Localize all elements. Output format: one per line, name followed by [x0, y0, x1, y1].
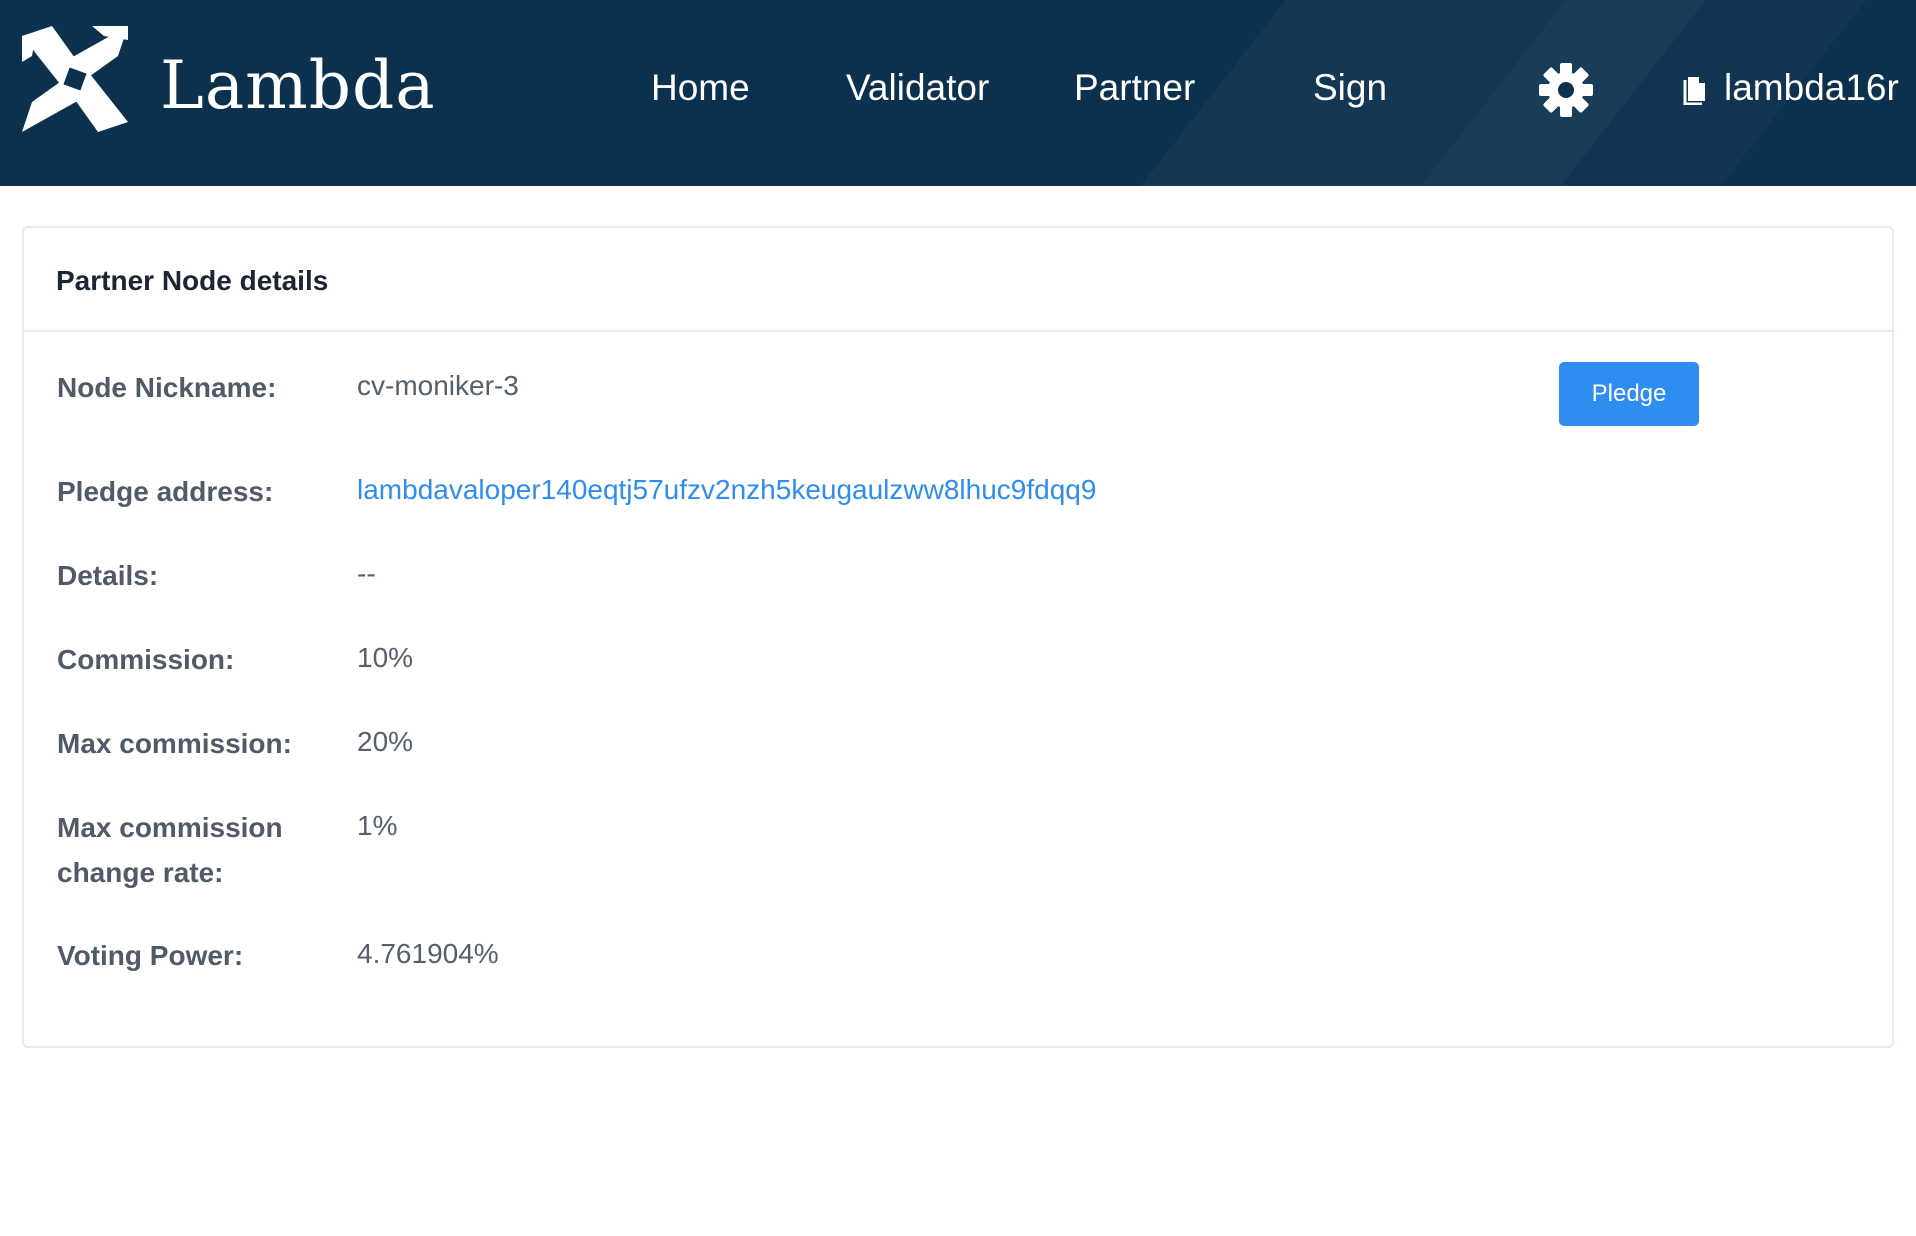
account-address-button[interactable]: lambda16r	[1680, 60, 1916, 116]
node-nickname-value: cv-moniker-3	[357, 370, 519, 401]
max-commission-label: Max commission:	[57, 728, 292, 759]
max-commission-value: 20%	[357, 726, 414, 757]
pledge-button[interactable]: Pledge	[1559, 362, 1699, 426]
commission-value: 10%	[357, 642, 414, 673]
partner-node-details-card: Partner Node details Pledge Node Nicknam…	[22, 226, 1894, 1048]
commission-label: Commission:	[57, 644, 235, 675]
pledge-address-label: Pledge address:	[57, 476, 274, 507]
voting-power-label: Voting Power:	[57, 940, 244, 971]
card-header: Partner Node details	[24, 228, 1892, 332]
pledge-address-link[interactable]: lambdavaloper140eqtj57ufzv2nzh5keugaulzw…	[357, 472, 1096, 508]
card-title: Partner Node details	[56, 265, 329, 296]
details-value: --	[357, 558, 376, 589]
nav-partner[interactable]: Partner	[1074, 60, 1195, 116]
nav-validator[interactable]: Validator	[846, 60, 989, 116]
nav-sign[interactable]: Sign	[1313, 60, 1387, 116]
top-navigation-bar: Lambda Home Validator Partner Sign lambd…	[0, 0, 1916, 186]
account-address: lambda16r	[1724, 67, 1899, 108]
lambda-logo-icon[interactable]	[22, 26, 128, 132]
brand-name[interactable]: Lambda	[160, 42, 436, 130]
gear-icon[interactable]	[1539, 63, 1593, 117]
voting-power-value: 4.761904%	[357, 938, 499, 969]
max-commission-change-rate-label: Max commission change rate:	[57, 812, 283, 888]
max-commission-change-rate-value: 1%	[357, 810, 398, 841]
node-nickname-label: Node Nickname:	[57, 372, 277, 403]
document-icon	[1683, 77, 1705, 105]
details-label: Details:	[57, 560, 159, 591]
nav-home[interactable]: Home	[651, 60, 750, 116]
